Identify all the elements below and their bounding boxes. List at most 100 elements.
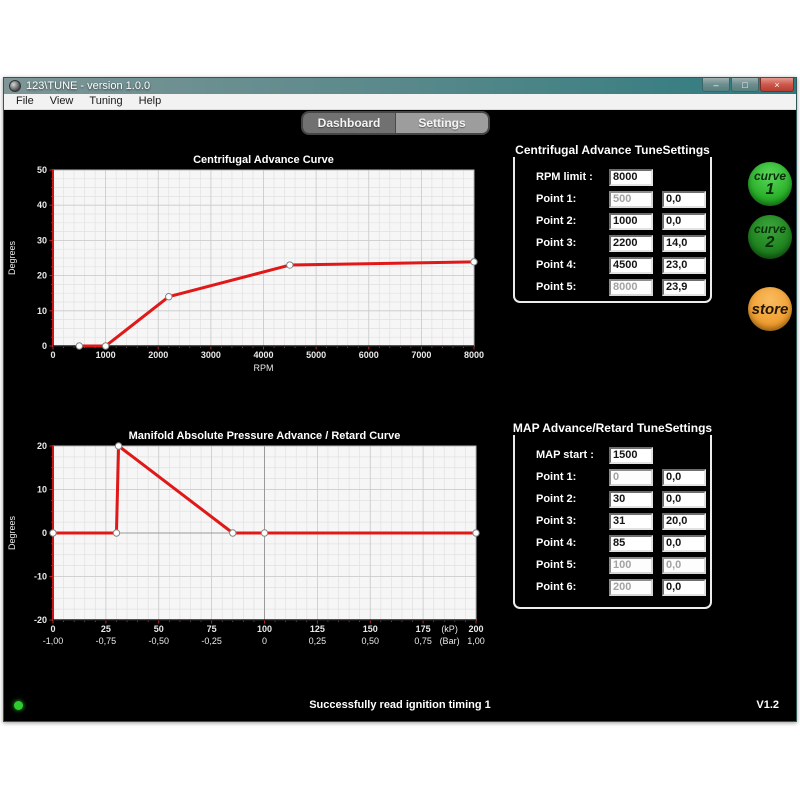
ca-point-5-label: Point 5:	[536, 281, 609, 293]
settings-row: MAP start :	[536, 444, 710, 466]
map-point-3-value1-input[interactable]	[609, 513, 653, 530]
ca-rpm-limit-value1-input[interactable]	[609, 169, 653, 186]
app-icon	[9, 80, 21, 92]
settings-row: RPM limit :	[536, 166, 710, 188]
minimize-button[interactable]: –	[702, 78, 730, 92]
curve-1-button[interactable]: curve 1	[748, 162, 792, 206]
curve-point-marker	[471, 259, 477, 265]
x-tick-label: 175	[416, 624, 431, 634]
y-tick-label: 0	[42, 341, 47, 351]
ca-point-1-value2-input[interactable]	[662, 191, 706, 208]
x-tick-label: 200	[468, 624, 483, 634]
x-tick-label: 75	[207, 624, 217, 634]
ca-point-3-label: Point 3:	[536, 237, 609, 249]
menu-bar: FileViewTuningHelp	[4, 94, 796, 110]
menu-item-view[interactable]: View	[42, 94, 82, 109]
store-button[interactable]: store	[748, 287, 792, 331]
settings-row: Point 5:	[536, 276, 710, 298]
settings-row: Point 2:	[536, 488, 710, 510]
y-tick-label: 20	[37, 441, 47, 451]
y-tick-label: 10	[37, 306, 47, 316]
x-tick-label: 1000	[96, 350, 116, 360]
x-tick-label-bar: 0,50	[361, 636, 379, 646]
ca-point-3-value2-input[interactable]	[662, 235, 706, 252]
tab-settings[interactable]: Settings	[396, 113, 488, 133]
map-point-5-value2-input[interactable]	[662, 557, 706, 574]
map-point-3-label: Point 3:	[536, 515, 609, 527]
x-tick-label: 125	[310, 624, 325, 634]
curve-point-marker	[166, 294, 172, 300]
map-point-4-value2-input[interactable]	[662, 535, 706, 552]
map-point-4-value1-input[interactable]	[609, 535, 653, 552]
map-point-1-label: Point 1:	[536, 471, 609, 483]
ca-point-4-label: Point 4:	[536, 259, 609, 271]
page-background: { "window": { "title": "123\\TUNE - vers…	[0, 0, 800, 800]
ca-point-5-value2-input[interactable]	[662, 279, 706, 296]
curve-point-marker	[230, 530, 236, 536]
y-tick-label: 10	[37, 485, 47, 495]
map-point-1-value2-input[interactable]	[662, 469, 706, 486]
ca-point-4-value1-input[interactable]	[609, 257, 653, 274]
settings-row: Point 5:	[536, 554, 710, 576]
menu-item-tuning[interactable]: Tuning	[81, 94, 130, 109]
ca-rpm-limit-label: RPM limit :	[536, 171, 609, 183]
curve-point-marker	[261, 530, 267, 536]
y-axis-label: Degrees	[7, 240, 17, 275]
x-tick-label: 4000	[253, 350, 273, 360]
map-point-4-label: Point 4:	[536, 537, 609, 549]
menu-item-file[interactable]: File	[8, 94, 42, 109]
map-point-6-value2-input[interactable]	[662, 579, 706, 596]
minimize-icon: –	[713, 80, 718, 90]
map-point-6-label: Point 6:	[536, 581, 609, 593]
map-point-2-label: Point 2:	[536, 493, 609, 505]
map-point-6-value1-input[interactable]	[609, 579, 653, 596]
client-area: Dashboard Settings 010203040500100020003…	[4, 110, 796, 721]
status-message: Successfully read ignition timing 1	[4, 699, 796, 711]
curve-2-button-number: 2	[766, 235, 775, 250]
ca-point-1-value1-input[interactable]	[609, 191, 653, 208]
ca-point-5-value1-input[interactable]	[609, 279, 653, 296]
map-point-2-value1-input[interactable]	[609, 491, 653, 508]
curve-point-marker	[473, 530, 479, 536]
ca-point-4-value2-input[interactable]	[662, 257, 706, 274]
x-tick-label-bar: 0,75	[414, 636, 432, 646]
x-tick-label: 5000	[306, 350, 326, 360]
settings-rows: MAP start : Point 1: Point 2: Point 3: Point…	[515, 430, 710, 598]
ca-point-2-value2-input[interactable]	[662, 213, 706, 230]
x-tick-label: 3000	[201, 350, 221, 360]
maximize-icon: □	[742, 80, 747, 90]
map-map-start-value1-input[interactable]	[609, 447, 653, 464]
x-tick-label-bar: -0,25	[201, 636, 222, 646]
x-tick-label-bar: 0,25	[309, 636, 327, 646]
x-tick-label: 8000	[464, 350, 484, 360]
maximize-button[interactable]: □	[731, 78, 759, 92]
map-point-1-value1-input[interactable]	[609, 469, 653, 486]
settings-row: Point 3:	[536, 232, 710, 254]
x-tick-label-bar: 0	[262, 636, 267, 646]
tab-dashboard[interactable]: Dashboard	[303, 113, 396, 133]
map-advance-retard-chart: -20-10010200255075100125150175200-1,00-0…	[4, 428, 504, 656]
close-button[interactable]: ×	[760, 78, 794, 92]
y-tick-label: 20	[37, 271, 47, 281]
settings-row: Point 2:	[536, 210, 710, 232]
settings-row: Point 1:	[536, 466, 710, 488]
map-point-5-value1-input[interactable]	[609, 557, 653, 574]
ca-point-3-value1-input[interactable]	[609, 235, 653, 252]
curve-2-button[interactable]: curve 2	[748, 215, 792, 259]
y-axis-label: Degrees	[7, 515, 17, 550]
x-tick-label-bar: -0,50	[148, 636, 169, 646]
panel-legend: Centrifugal Advance TuneSettings	[510, 143, 715, 157]
ca-point-2-value1-input[interactable]	[609, 213, 653, 230]
chart-title: Manifold Absolute Pressure Advance / Ret…	[129, 430, 401, 442]
x-tick-label: 50	[154, 624, 164, 634]
close-icon: ×	[774, 80, 779, 90]
centrifugal-advance-chart: 0102030405001000200030004000500060007000…	[4, 150, 504, 382]
panel-legend: MAP Advance/Retard TuneSettings	[508, 421, 717, 435]
map-point-3-value2-input[interactable]	[662, 513, 706, 530]
map-point-2-value2-input[interactable]	[662, 491, 706, 508]
map-point-5-label: Point 5:	[536, 559, 609, 571]
x-tick-label-bar: -0,75	[96, 636, 117, 646]
x-tick-label: 25	[101, 624, 111, 634]
title-bar: 123\TUNE - version 1.0.0 –□×	[4, 78, 796, 94]
menu-item-help[interactable]: Help	[131, 94, 170, 109]
